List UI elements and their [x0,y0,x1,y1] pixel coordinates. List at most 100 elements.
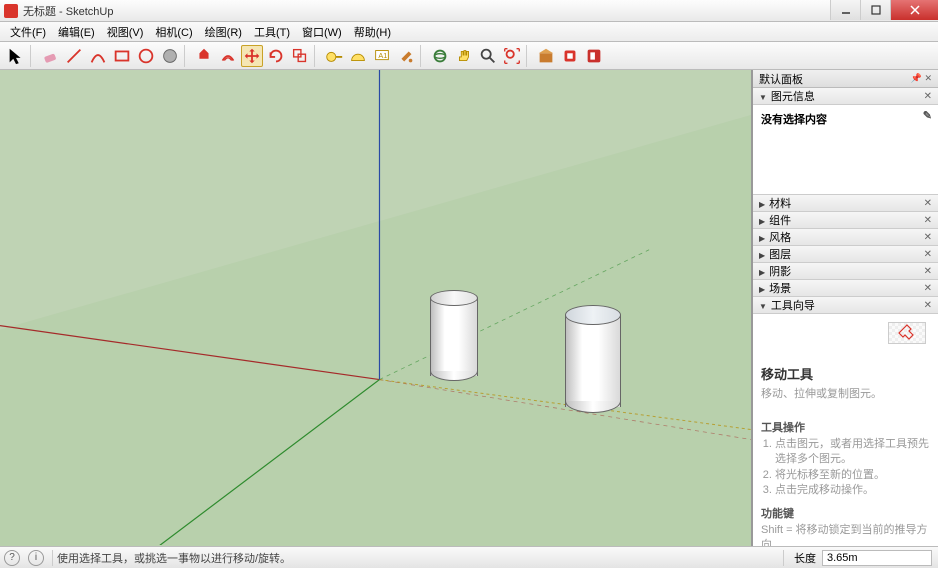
separator [783,550,784,566]
paint-tool[interactable] [395,45,417,67]
instructor-ops-list: 点击图元，或者用选择工具预先选择多个图元。将光标移至新的位置。点击完成移动操作。 [761,437,930,499]
length-value: 3.65m [827,552,858,564]
axes-overlay [0,70,751,545]
tray-section-label: 风格 [769,232,791,244]
polygon-tool[interactable] [159,45,181,67]
orbit-tool[interactable] [429,45,451,67]
cylinder-2[interactable] [565,315,621,407]
tray-section[interactable]: ▶ 图层 ✕ [753,246,938,263]
instructor-keys-header: 功能键 [761,505,930,521]
menu-item[interactable]: 绘图(R) [199,22,248,42]
cylinder-1[interactable] [430,298,478,376]
tray-panel: 默认面板 📌 ✕ ▼图元信息 ✕ 没有选择内容 ✎ ▶材料✕▶组件✕▶风格✕▶图… [752,70,938,546]
instructor-ops-header: 工具操作 [761,419,930,435]
edit-icon[interactable]: ✎ [923,109,932,122]
protractor-tool[interactable] [347,45,369,67]
tray-section[interactable]: ▶ 场景 ✕ [753,280,938,297]
entity-info-header[interactable]: ▼ 图元信息 ✕ [753,88,938,105]
warehouse-tool[interactable] [535,45,557,67]
entity-info-label: 图元信息 [771,91,815,103]
instructor-title: 移动工具 [761,364,930,383]
pan-tool[interactable] [453,45,475,67]
app-icon [4,4,18,18]
entity-info-text: 没有选择内容 [761,114,827,126]
instructor-keys-text: Shift = 将移动锁定到当前的推导方向 [761,523,930,546]
help-icon[interactable]: ? [4,550,20,566]
line-tool[interactable] [63,45,85,67]
collapse-button[interactable]: ✕ [924,215,932,226]
tray-section[interactable]: ▶ 风格 ✕ [753,229,938,246]
status-hint: 使用选择工具，或挑选一事物以进行移动/旋转。 [57,550,291,566]
menu-item[interactable]: 文件(F) [4,22,52,42]
tray-section[interactable]: ▶材料✕ [753,195,938,212]
tray-title-label: 默认面板 [759,71,803,87]
workspace: 默认面板 📌 ✕ ▼图元信息 ✕ 没有选择内容 ✎ ▶材料✕▶组件✕▶风格✕▶图… [0,70,938,546]
chevron-icon: ▶ [759,251,765,260]
tray-section[interactable]: ▶阴影✕ [753,263,938,280]
rotate-tool[interactable] [265,45,287,67]
collapse-button[interactable]: ✕ [924,249,932,260]
toolbar: A1 [0,42,938,70]
tape-tool[interactable] [323,45,345,67]
instructor-body: 移动工具 移动、拉伸或复制图元。 工具操作 点击图元，或者用选择工具预先选择多个… [753,314,938,546]
minimize-button[interactable] [830,0,860,20]
rectangle-tool[interactable] [111,45,133,67]
chevron-down-icon: ▼ [759,93,767,102]
zoom-tool[interactable] [477,45,499,67]
pushpull-tool[interactable] [193,45,215,67]
chevron-icon: ▼ [759,302,767,311]
menu-item[interactable]: 帮助(H) [348,22,397,42]
chevron-icon: ▶ [759,234,765,243]
instructor-step: 点击完成移动操作。 [775,483,930,498]
menu-item[interactable]: 工具(T) [248,22,296,42]
toolbar-separator [314,45,320,67]
collapse-button[interactable]: ✕ [924,283,932,294]
layout-tool[interactable] [583,45,605,67]
collapse-button[interactable]: ✕ [924,232,932,243]
collapse-button[interactable]: ✕ [924,198,932,209]
chevron-icon: ▶ [759,200,765,209]
collapse-button[interactable]: ✕ [924,91,932,102]
text-tool[interactable]: A1 [371,45,393,67]
circle-tool[interactable] [135,45,157,67]
extension-tool[interactable] [559,45,581,67]
tray-section[interactable]: ▶ 组件 ✕ [753,212,938,229]
tray-section-label: 场景 [769,283,791,295]
svg-text:A1: A1 [378,50,387,59]
chevron-icon: ▶ [759,285,765,294]
chevron-icon: ▶ [759,217,765,226]
toolbar-separator [184,45,190,67]
status-bar: ? i 使用选择工具，或挑选一事物以进行移动/旋转。 长度 3.65m [0,546,938,568]
tray-title[interactable]: 默认面板 📌 ✕ [753,70,938,88]
window-controls [830,0,938,20]
tray-section-label: 图层 [769,249,791,261]
select-tool[interactable] [5,45,27,67]
move-tool[interactable] [241,45,263,67]
menu-item[interactable]: 窗口(W) [296,22,348,42]
toolbar-separator [420,45,426,67]
menu-item[interactable]: 编辑(E) [52,22,101,42]
chevron-icon: ▶ [759,268,765,277]
arc-tool[interactable] [87,45,109,67]
zoom-extents-tool[interactable] [501,45,523,67]
tray-section-label: 组件 [769,215,791,227]
scale-tool[interactable] [289,45,311,67]
instructor-thumbnail [888,322,926,344]
menu-item[interactable]: 相机(C) [149,22,198,42]
separator [52,550,53,566]
instructor-step: 点击图元，或者用选择工具预先选择多个图元。 [775,437,930,468]
length-field[interactable]: 3.65m [822,550,932,566]
maximize-button[interactable] [860,0,890,20]
collapse-button[interactable]: ✕ [924,266,932,277]
offset-tool[interactable] [217,45,239,67]
info-icon[interactable]: i [28,550,44,566]
eraser-tool[interactable] [39,45,61,67]
tray-section-label: 工具向导 [771,300,815,312]
close-button[interactable] [890,0,938,20]
viewport[interactable] [0,70,752,546]
instructor-step: 将光标移至新的位置。 [775,468,930,483]
tray-section[interactable]: ▼ 工具向导 ✕ [753,297,938,314]
menu-item[interactable]: 视图(V) [101,22,150,42]
collapse-button[interactable]: ✕ [924,300,932,311]
pin-icon[interactable]: 📌 ✕ [911,73,932,84]
